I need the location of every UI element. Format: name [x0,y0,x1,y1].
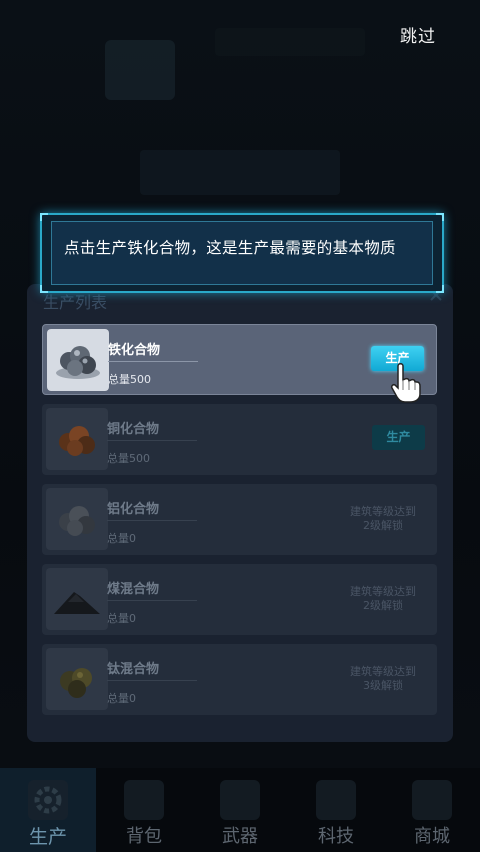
copper-ore-icon [46,408,108,470]
list-item-aluminum-compound[interactable]: 铝化合物 总量0 建筑等级达到 2级解锁 [42,484,437,555]
nav-label: 科技 [318,826,354,847]
chip-icon [316,780,356,820]
unlock-line-2: 2级解锁 [363,519,403,532]
nav-tab-backpack[interactable]: 背包 [96,768,192,852]
item-amount: 总量0 [107,532,136,545]
nav-tab-production[interactable]: 生产 [0,768,96,852]
divider [107,440,197,441]
divider [107,680,197,681]
weapon-icon [220,780,260,820]
bottom-nav: 生产 背包 武器 科技 商城 [0,768,480,852]
nav-label: 武器 [222,826,258,847]
frame-corner [40,213,48,221]
background-platform [140,150,340,195]
nav-label: 背包 [126,826,162,847]
background-building [105,40,175,100]
item-name: 煤混合物 [107,582,160,597]
item-amount: 总量500 [108,373,151,386]
item-amount: 总量500 [107,452,150,465]
divider [107,600,197,601]
nav-tab-technology[interactable]: 科技 [288,768,384,852]
list-item-copper-compound[interactable]: 铜化合物 总量500 生产 [42,404,437,475]
dialog-inner-frame: 点击生产铁化合物，这是生产最需要的基本物质 [51,221,433,285]
list-item-titanium-mixture[interactable]: 钛混合物 总量0 建筑等级达到 3级解锁 [42,644,437,715]
shop-icon [412,780,452,820]
item-name: 铁化合物 [108,343,161,358]
unlock-line-1: 建筑等级达到 [350,585,416,598]
item-amount: 总量0 [107,692,136,705]
produce-button[interactable]: 生产 [372,425,425,450]
divider [107,520,197,521]
nav-label: 商城 [414,826,450,847]
list-item-iron-compound[interactable]: 铁化合物 总量500 生产 [42,324,437,395]
frame-corner [436,213,444,221]
aluminum-ore-icon [46,488,108,550]
item-name: 铜化合物 [107,422,160,437]
tutorial-text: 点击生产铁化合物，这是生产最需要的基本物质 [64,239,396,257]
iron-ore-icon [47,329,109,391]
frame-corner [436,285,444,293]
nav-label: 生产 [28,826,67,848]
item-name: 铝化合物 [107,502,160,517]
tutorial-dialog: 点击生产铁化合物，这是生产最需要的基本物质 [40,213,444,293]
production-list-panel: 生产列表 铁化合物 总量500 生产 铜化合物 总量500 生产 铝化合物 总量… [27,284,453,742]
unlock-line-1: 建筑等级达到 [350,505,416,518]
unlock-line-2: 2级解锁 [363,599,403,612]
unlock-line-2: 3级解锁 [363,679,403,692]
unlock-requirement: 建筑等级达到 2级解锁 [343,505,423,533]
unlock-line-1: 建筑等级达到 [350,665,416,678]
nav-tab-weapons[interactable]: 武器 [192,768,288,852]
skip-button[interactable]: 跳过 [400,22,436,47]
item-name: 钛混合物 [107,662,160,677]
unlock-requirement: 建筑等级达到 2级解锁 [343,585,423,613]
nav-tab-shop[interactable]: 商城 [384,768,480,852]
coal-pile-icon [46,568,108,630]
backpack-icon [124,780,164,820]
item-amount: 总量0 [107,612,136,625]
gear-icon [28,780,68,820]
list-item-coal-mixture[interactable]: 煤混合物 总量0 建筑等级达到 2级解锁 [42,564,437,635]
background-banner [215,28,365,56]
tap-hand-icon [388,362,424,408]
divider [108,361,198,362]
titanium-ore-icon [46,648,108,710]
unlock-requirement: 建筑等级达到 3级解锁 [343,665,423,693]
frame-corner [40,285,48,293]
